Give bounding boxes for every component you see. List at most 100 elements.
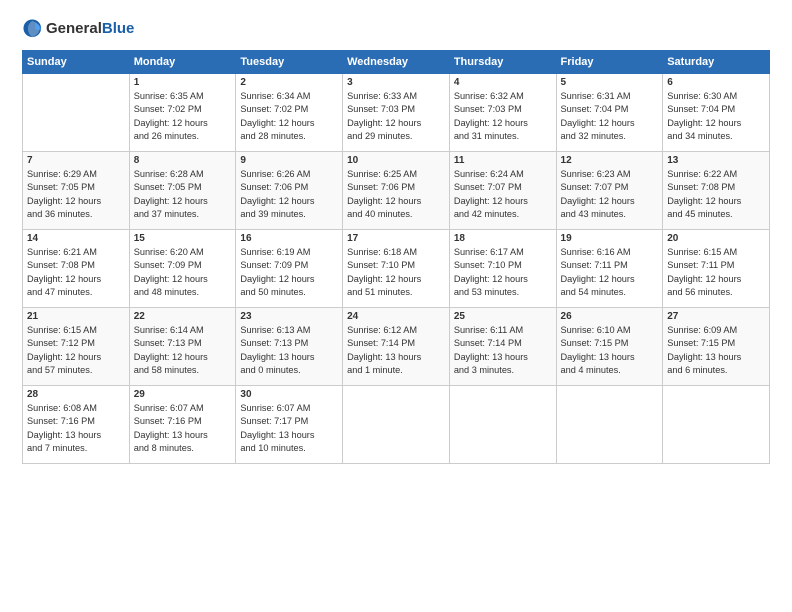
- day-cell: 23 Sunrise: 6:13 AMSunset: 7:13 PMDayligh…: [236, 308, 343, 386]
- day-cell: 1 Sunrise: 6:35 AMSunset: 7:02 PMDaylight…: [129, 74, 236, 152]
- column-headers: SundayMondayTuesdayWednesdayThursdayFrid…: [23, 51, 770, 74]
- day-cell: [343, 386, 450, 464]
- day-info: Sunrise: 6:15 AMSunset: 7:12 PMDaylight:…: [27, 324, 125, 377]
- day-number: 9: [240, 155, 338, 166]
- day-info: Sunrise: 6:16 AMSunset: 7:11 PMDaylight:…: [561, 246, 659, 299]
- day-cell: 18 Sunrise: 6:17 AMSunset: 7:10 PMDayligh…: [449, 230, 556, 308]
- day-cell: 4 Sunrise: 6:32 AMSunset: 7:03 PMDaylight…: [449, 74, 556, 152]
- day-cell: [23, 74, 130, 152]
- day-info: Sunrise: 6:08 AMSunset: 7:16 PMDaylight:…: [27, 402, 125, 455]
- day-cell: 24 Sunrise: 6:12 AMSunset: 7:14 PMDayligh…: [343, 308, 450, 386]
- col-header-thursday: Thursday: [449, 51, 556, 74]
- week-row-5: 28 Sunrise: 6:08 AMSunset: 7:16 PMDayligh…: [23, 386, 770, 464]
- day-number: 6: [667, 77, 765, 88]
- calendar-table: SundayMondayTuesdayWednesdayThursdayFrid…: [22, 50, 770, 464]
- day-cell: 19 Sunrise: 6:16 AMSunset: 7:11 PMDayligh…: [556, 230, 663, 308]
- logo: GeneralBlue: [22, 18, 134, 40]
- day-cell: 6 Sunrise: 6:30 AMSunset: 7:04 PMDaylight…: [663, 74, 770, 152]
- day-info: Sunrise: 6:34 AMSunset: 7:02 PMDaylight:…: [240, 90, 338, 143]
- day-number: 10: [347, 155, 445, 166]
- day-cell: [449, 386, 556, 464]
- day-number: 19: [561, 233, 659, 244]
- day-info: Sunrise: 6:20 AMSunset: 7:09 PMDaylight:…: [134, 246, 232, 299]
- day-info: Sunrise: 6:13 AMSunset: 7:13 PMDaylight:…: [240, 324, 338, 377]
- day-info: Sunrise: 6:32 AMSunset: 7:03 PMDaylight:…: [454, 90, 552, 143]
- day-number: 29: [134, 389, 232, 400]
- logo-icon: [22, 18, 44, 40]
- day-info: Sunrise: 6:18 AMSunset: 7:10 PMDaylight:…: [347, 246, 445, 299]
- day-info: Sunrise: 6:29 AMSunset: 7:05 PMDaylight:…: [27, 168, 125, 221]
- day-cell: 9Sunrise: 6:26 AMSunset: 7:06 PMDaylight…: [236, 152, 343, 230]
- logo-general: General: [46, 20, 102, 37]
- day-info: Sunrise: 6:07 AMSunset: 7:16 PMDaylight:…: [134, 402, 232, 455]
- col-header-wednesday: Wednesday: [343, 51, 450, 74]
- day-number: 25: [454, 311, 552, 322]
- day-info: Sunrise: 6:22 AMSunset: 7:08 PMDaylight:…: [667, 168, 765, 221]
- day-cell: 13 Sunrise: 6:22 AMSunset: 7:08 PMDayligh…: [663, 152, 770, 230]
- day-info: Sunrise: 6:25 AMSunset: 7:06 PMDaylight:…: [347, 168, 445, 221]
- day-cell: 21 Sunrise: 6:15 AMSunset: 7:12 PMDayligh…: [23, 308, 130, 386]
- day-info: Sunrise: 6:31 AMSunset: 7:04 PMDaylight:…: [561, 90, 659, 143]
- day-number: 26: [561, 311, 659, 322]
- day-info: Sunrise: 6:28 AMSunset: 7:05 PMDaylight:…: [134, 168, 232, 221]
- day-info: Sunrise: 6:17 AMSunset: 7:10 PMDaylight:…: [454, 246, 552, 299]
- day-cell: 14Sunrise: 6:21 AMSunset: 7:08 PMDayligh…: [23, 230, 130, 308]
- day-cell: 12 Sunrise: 6:23 AMSunset: 7:07 PMDayligh…: [556, 152, 663, 230]
- col-header-tuesday: Tuesday: [236, 51, 343, 74]
- day-number: 4: [454, 77, 552, 88]
- day-info: Sunrise: 6:19 AMSunset: 7:09 PMDaylight:…: [240, 246, 338, 299]
- day-cell: 16 Sunrise: 6:19 AMSunset: 7:09 PMDayligh…: [236, 230, 343, 308]
- day-info: Sunrise: 6:10 AMSunset: 7:15 PMDaylight:…: [561, 324, 659, 377]
- col-header-monday: Monday: [129, 51, 236, 74]
- day-cell: [556, 386, 663, 464]
- day-cell: 30Sunrise: 6:07 AMSunset: 7:17 PMDayligh…: [236, 386, 343, 464]
- logo-blue: Blue: [102, 20, 135, 37]
- day-cell: 5 Sunrise: 6:31 AMSunset: 7:04 PMDaylight…: [556, 74, 663, 152]
- day-info: Sunrise: 6:21 AMSunset: 7:08 PMDaylight:…: [27, 246, 125, 299]
- day-info: Sunrise: 6:14 AMSunset: 7:13 PMDaylight:…: [134, 324, 232, 377]
- day-cell: 29 Sunrise: 6:07 AMSunset: 7:16 PMDayligh…: [129, 386, 236, 464]
- day-info: Sunrise: 6:33 AMSunset: 7:03 PMDaylight:…: [347, 90, 445, 143]
- col-header-friday: Friday: [556, 51, 663, 74]
- day-info: Sunrise: 6:30 AMSunset: 7:04 PMDaylight:…: [667, 90, 765, 143]
- col-header-saturday: Saturday: [663, 51, 770, 74]
- day-cell: 26 Sunrise: 6:10 AMSunset: 7:15 PMDayligh…: [556, 308, 663, 386]
- week-row-3: 14Sunrise: 6:21 AMSunset: 7:08 PMDayligh…: [23, 230, 770, 308]
- day-number: 20: [667, 233, 765, 244]
- day-cell: 25 Sunrise: 6:11 AMSunset: 7:14 PMDayligh…: [449, 308, 556, 386]
- day-number: 23: [240, 311, 338, 322]
- day-info: Sunrise: 6:09 AMSunset: 7:15 PMDaylight:…: [667, 324, 765, 377]
- day-number: 13: [667, 155, 765, 166]
- day-cell: 7Sunrise: 6:29 AMSunset: 7:05 PMDaylight…: [23, 152, 130, 230]
- day-number: 21: [27, 311, 125, 322]
- day-number: 11: [454, 155, 552, 166]
- day-cell: [663, 386, 770, 464]
- day-info: Sunrise: 6:15 AMSunset: 7:11 PMDaylight:…: [667, 246, 765, 299]
- day-cell: 11 Sunrise: 6:24 AMSunset: 7:07 PMDayligh…: [449, 152, 556, 230]
- day-info: Sunrise: 6:11 AMSunset: 7:14 PMDaylight:…: [454, 324, 552, 377]
- day-info: Sunrise: 6:35 AMSunset: 7:02 PMDaylight:…: [134, 90, 232, 143]
- page-header: GeneralBlue: [22, 18, 770, 40]
- day-number: 12: [561, 155, 659, 166]
- day-number: 2: [240, 77, 338, 88]
- day-cell: 17Sunrise: 6:18 AMSunset: 7:10 PMDayligh…: [343, 230, 450, 308]
- day-cell: 8Sunrise: 6:28 AMSunset: 7:05 PMDaylight…: [129, 152, 236, 230]
- day-cell: 15Sunrise: 6:20 AMSunset: 7:09 PMDayligh…: [129, 230, 236, 308]
- day-cell: 28 Sunrise: 6:08 AMSunset: 7:16 PMDayligh…: [23, 386, 130, 464]
- day-info: Sunrise: 6:12 AMSunset: 7:14 PMDaylight:…: [347, 324, 445, 377]
- day-number: 24: [347, 311, 445, 322]
- day-number: 16: [240, 233, 338, 244]
- day-number: 1: [134, 77, 232, 88]
- week-row-2: 7Sunrise: 6:29 AMSunset: 7:05 PMDaylight…: [23, 152, 770, 230]
- week-row-1: 1 Sunrise: 6:35 AMSunset: 7:02 PMDaylight…: [23, 74, 770, 152]
- day-number: 28: [27, 389, 125, 400]
- day-number: 5: [561, 77, 659, 88]
- week-row-4: 21 Sunrise: 6:15 AMSunset: 7:12 PMDayligh…: [23, 308, 770, 386]
- day-cell: 2 Sunrise: 6:34 AMSunset: 7:02 PMDaylight…: [236, 74, 343, 152]
- day-number: 27: [667, 311, 765, 322]
- day-info: Sunrise: 6:24 AMSunset: 7:07 PMDaylight:…: [454, 168, 552, 221]
- day-cell: 3Sunrise: 6:33 AMSunset: 7:03 PMDaylight…: [343, 74, 450, 152]
- day-number: 18: [454, 233, 552, 244]
- day-info: Sunrise: 6:07 AMSunset: 7:17 PMDaylight:…: [240, 402, 338, 455]
- day-info: Sunrise: 6:23 AMSunset: 7:07 PMDaylight:…: [561, 168, 659, 221]
